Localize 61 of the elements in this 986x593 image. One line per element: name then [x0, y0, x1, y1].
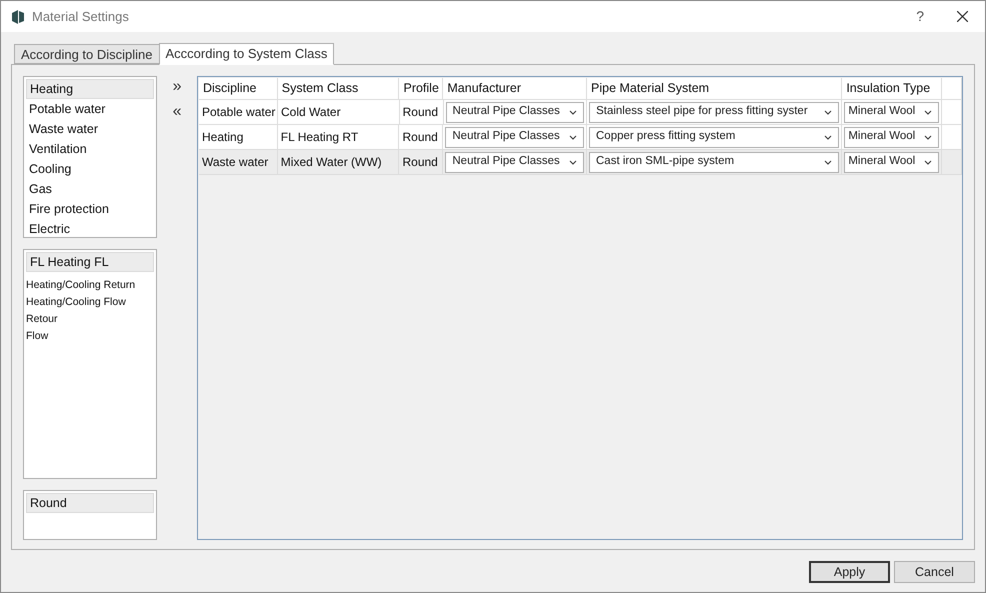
table-cell-text: Round [401, 129, 438, 146]
move-left-button[interactable]: « [172, 102, 182, 122]
list-item[interactable]: Heating [26, 79, 154, 99]
dropdown-caret-icon [824, 160, 832, 164]
list-item[interactable]: Fire protection [26, 199, 154, 219]
column-header[interactable]: Manufacturer [443, 78, 587, 99]
dropdown-caret-icon [824, 110, 832, 114]
window-title: Material Settings [32, 8, 129, 26]
list-item[interactable]: Gas [26, 179, 154, 199]
table-row[interactable]: Potable water Cold Water Round Neutral Pipe Classes Stainless steel pipe for press fitting syster Mineral Wool [199, 100, 962, 125]
column-header[interactable]: System Class [278, 78, 400, 99]
close-button[interactable] [954, 8, 971, 25]
dropdown-caret-icon [924, 110, 932, 114]
insulation-dropdown[interactable]: Mineral Wool [844, 152, 940, 172]
dropdown-caret-icon [569, 160, 577, 164]
list-header[interactable]: Round [26, 493, 154, 513]
column-header[interactable]: Discipline [199, 78, 278, 99]
help-button[interactable]: ? [916, 6, 924, 27]
close-icon [957, 11, 968, 22]
pipe-material-dropdown[interactable]: Cast iron SML-pipe system [589, 152, 840, 172]
tab[interactable]: According to Discipline [14, 44, 160, 64]
column-header[interactable]: Pipe Material System [587, 78, 842, 99]
manufacturer-dropdown[interactable]: Neutral Pipe Classes [445, 126, 584, 148]
table-cell-text: Cold Water [280, 104, 341, 121]
move-right-button[interactable]: » [172, 77, 182, 97]
table-cell-text: Waste water [201, 154, 268, 171]
tab[interactable]: Acccording to System Class [158, 43, 334, 65]
app-logo-icon [12, 10, 24, 24]
list-item[interactable]: Waste water [26, 119, 154, 139]
dropdown-caret-icon [924, 160, 932, 164]
table-cell-text: Potable water [201, 104, 276, 121]
list-header[interactable]: FL Heating FL [26, 252, 154, 272]
pipe-material-dropdown[interactable]: Stainless steel pipe for press fitting syster [589, 102, 840, 122]
apply-button[interactable]: Apply [809, 561, 890, 583]
table-cell-text: Round [402, 104, 438, 121]
dropdown-caret-icon [824, 134, 832, 140]
cancel-button[interactable]: Cancel [894, 561, 975, 583]
dropdown-caret-icon [569, 110, 578, 114]
table-cell-text: Round [401, 154, 438, 171]
table-cell-text: Mixed Water (WW) [280, 154, 382, 171]
column-header[interactable]: Insulation Type [842, 78, 942, 99]
list-item[interactable]: Potable water [26, 99, 154, 119]
table-cell-text: Heating [201, 129, 244, 146]
list-item[interactable]: Ventilation [26, 139, 154, 159]
manufacturer-dropdown[interactable]: Neutral Pipe Classes [446, 102, 584, 122]
insulation-dropdown[interactable]: Mineral Wool [844, 102, 940, 122]
list-item[interactable]: Heating/Cooling Flow [26, 294, 154, 311]
pipe-material-dropdown[interactable]: Copper press fitting system [589, 126, 840, 148]
table-cell-text: FL Heating RT [280, 129, 358, 146]
table-row[interactable]: Heating FL Heating RT Round Neutral Pipe Classes Copper press fitting system Mineral Wool [199, 125, 962, 150]
list-item[interactable]: Cooling [26, 159, 154, 179]
list-item[interactable]: Electric [26, 219, 154, 239]
table-row[interactable]: Waste water Mixed Water (WW) Round Neutral Pipe Classes Cast iron SML-pipe system Mineral Wool [199, 150, 962, 175]
dropdown-caret-icon [924, 134, 932, 140]
manufacturer-dropdown[interactable]: Neutral Pipe Classes [445, 152, 584, 172]
insulation-dropdown[interactable]: Mineral Wool [844, 126, 940, 148]
list-item[interactable]: Retour [26, 311, 154, 328]
column-header[interactable]: Profile [399, 78, 444, 99]
list-item[interactable]: Flow [26, 328, 154, 345]
list-item[interactable]: Heating/Cooling Return [26, 277, 154, 294]
dropdown-caret-icon [569, 134, 577, 140]
